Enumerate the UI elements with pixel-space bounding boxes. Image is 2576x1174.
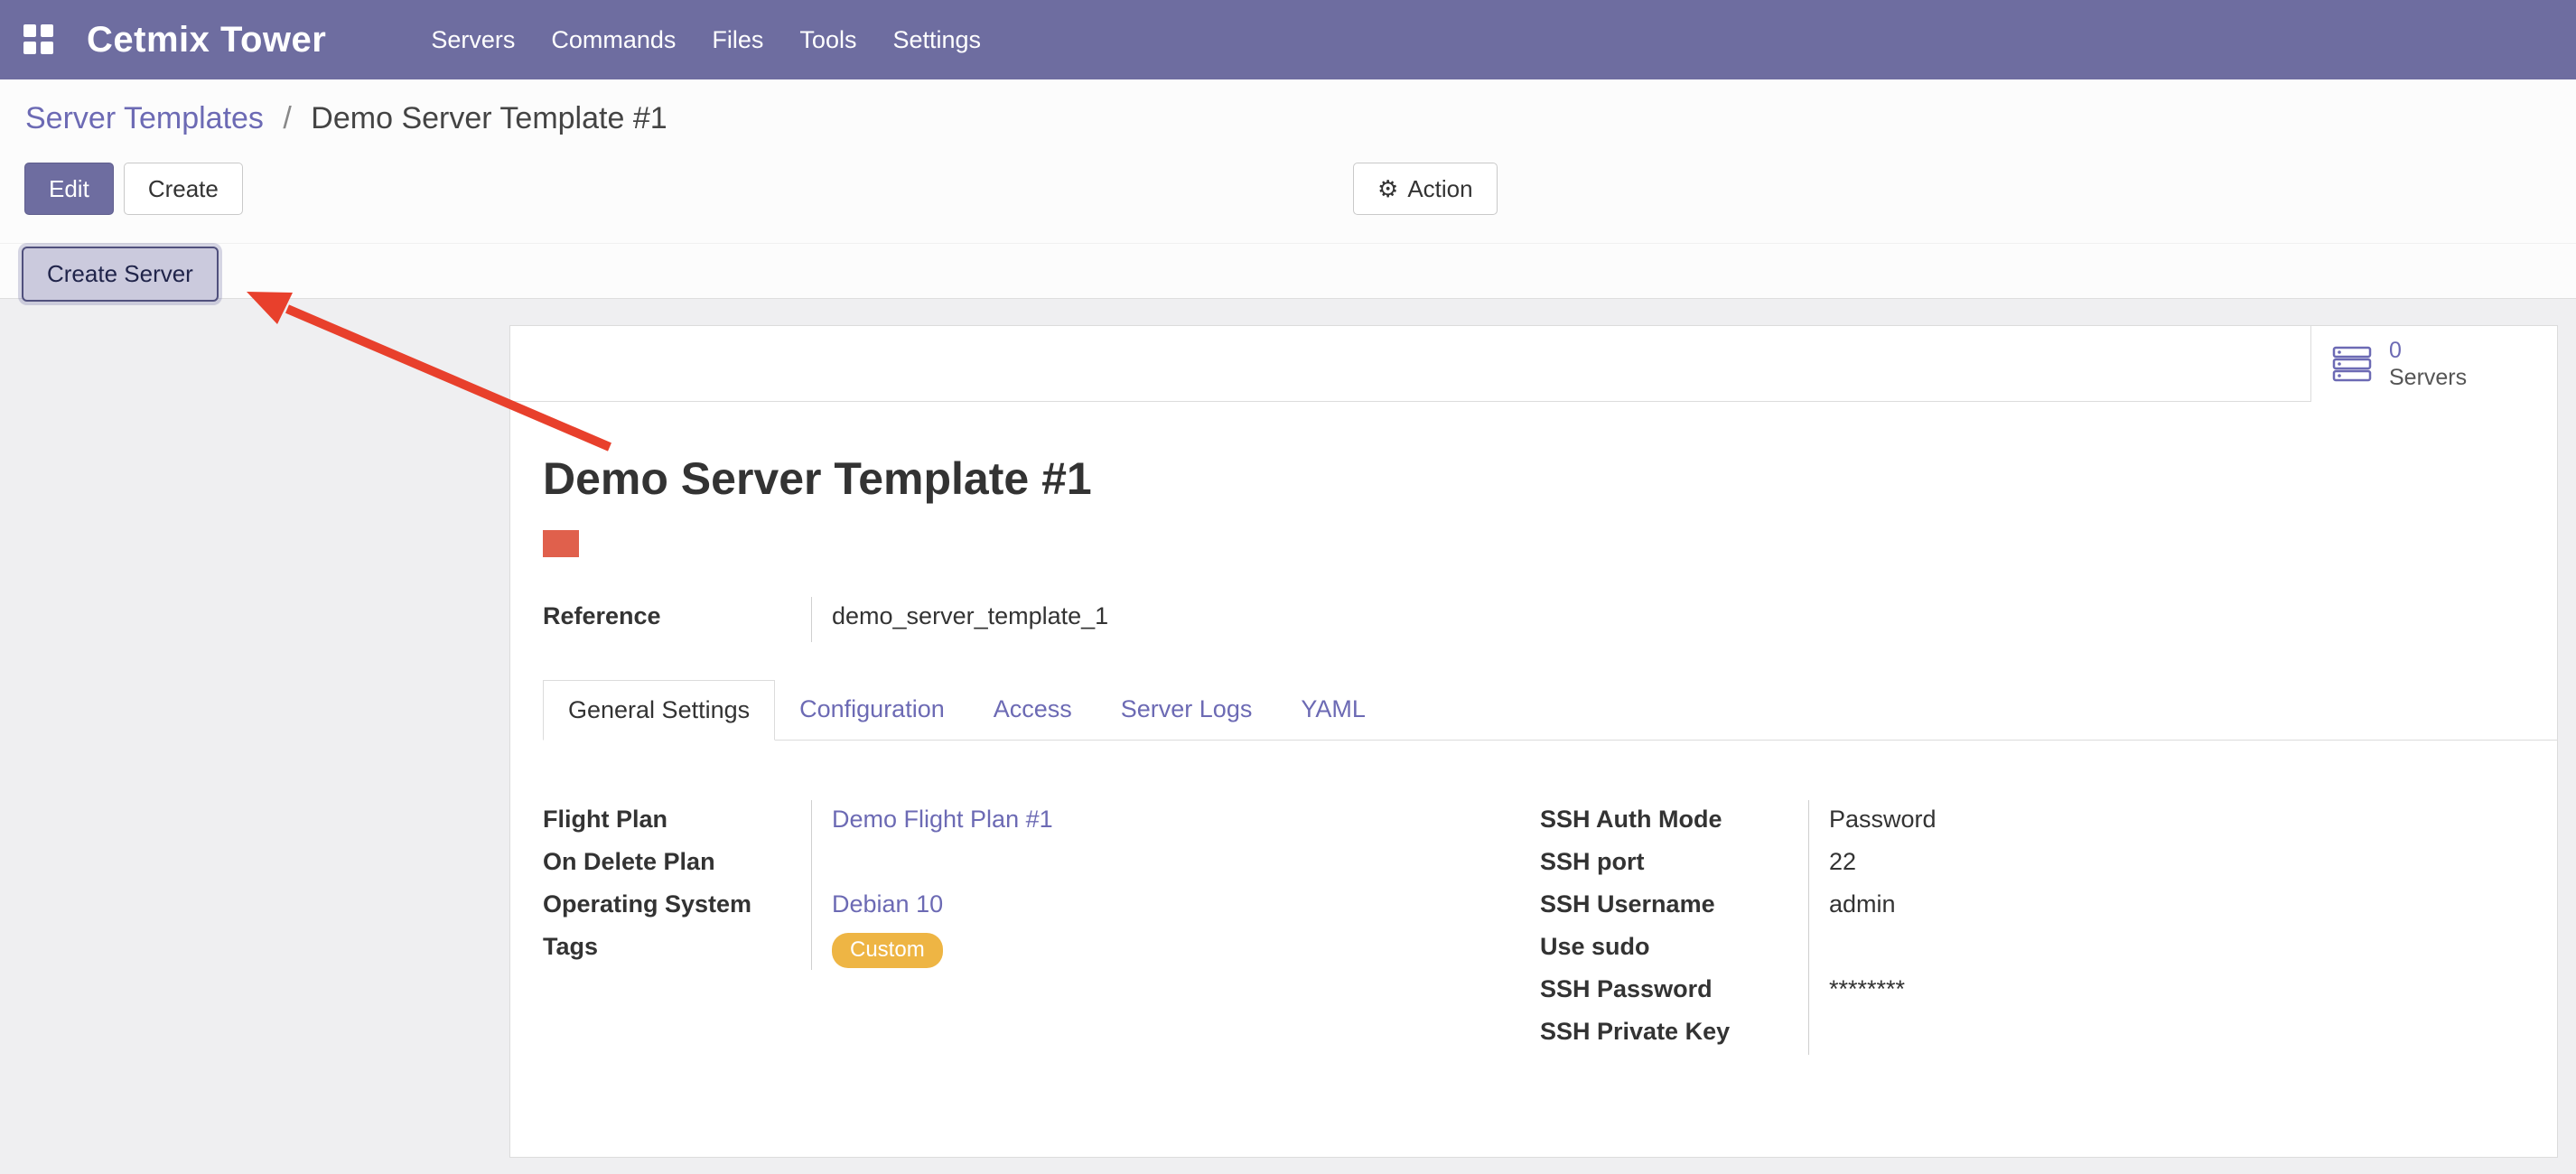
breadcrumb: Server Templates / Demo Server Template … — [25, 101, 667, 136]
gear-icon: ⚙ — [1377, 177, 1398, 200]
field-value-use-sudo — [1808, 927, 2263, 970]
control-panel: Server Templates / Demo Server Template … — [0, 79, 2576, 299]
field-value-tags: Custom — [811, 927, 1540, 970]
record-title: Demo Server Template #1 — [543, 452, 2557, 505]
field-value-ssh-auth-mode: Password — [1808, 800, 2263, 843]
field-label-ssh-password: SSH Password — [1540, 970, 1808, 1012]
field-value-ssh-port: 22 — [1808, 843, 2263, 885]
main-menu: Servers Commands Files Tools Settings — [413, 0, 999, 79]
breadcrumb-current: Demo Server Template #1 — [311, 101, 667, 135]
field-label-on-delete-plan: On Delete Plan — [543, 843, 811, 885]
field-value-ssh-username: admin — [1808, 885, 2263, 927]
stat-label: Servers — [2389, 364, 2467, 391]
nav-item-commands[interactable]: Commands — [533, 0, 694, 79]
field-label-ssh-auth-mode: SSH Auth Mode — [1540, 800, 1808, 843]
reference-group: Reference demo_server_template_1 — [543, 597, 1540, 642]
field-value-ssh-private-key — [1808, 1012, 2263, 1055]
field-value-ssh-password: ******** — [1808, 970, 2263, 1012]
stat-text: 0 Servers — [2389, 337, 2467, 391]
page: Cetmix Tower Servers Commands Files Tool… — [0, 0, 2576, 1174]
record-sheet: Demo Server Template #1 Reference demo_s… — [510, 452, 2557, 1055]
breadcrumb-parent-link[interactable]: Server Templates — [25, 101, 264, 135]
breadcrumb-separator: / — [283, 101, 291, 135]
tab-general-settings[interactable]: General Settings — [543, 680, 775, 741]
field-value-flight-plan: Demo Flight Plan #1 — [811, 800, 1540, 843]
field-label-ssh-username: SSH Username — [1540, 885, 1808, 927]
top-navbar: Cetmix Tower Servers Commands Files Tool… — [0, 0, 2576, 79]
servers-stat-button[interactable]: 0 Servers — [2310, 326, 2557, 402]
tab-configuration[interactable]: Configuration — [775, 680, 969, 741]
create-button[interactable]: Create — [124, 163, 243, 215]
notebook-tabs: General Settings Configuration Access Se… — [543, 680, 2557, 741]
tab-server-logs[interactable]: Server Logs — [1097, 680, 1277, 741]
action-menu-button[interactable]: ⚙ Action — [1353, 163, 1498, 215]
flight-plan-link[interactable]: Demo Flight Plan #1 — [832, 806, 1053, 833]
record-form-card: 0 Servers Demo Server Template #1 Refere… — [509, 325, 2558, 1158]
nav-item-settings[interactable]: Settings — [874, 0, 999, 79]
server-stack-icon — [2331, 343, 2373, 385]
nav-item-files[interactable]: Files — [694, 0, 781, 79]
operating-system-link[interactable]: Debian 10 — [832, 890, 943, 918]
action-menu-label: Action — [1407, 177, 1472, 200]
tab-yaml[interactable]: YAML — [1276, 680, 1390, 741]
tab-access[interactable]: Access — [969, 680, 1097, 741]
edit-button[interactable]: Edit — [24, 163, 114, 215]
color-swatch[interactable] — [543, 530, 579, 557]
reference-value: demo_server_template_1 — [811, 597, 1540, 642]
field-label-flight-plan: Flight Plan — [543, 800, 811, 843]
reference-label: Reference — [543, 597, 811, 642]
create-server-row: Create Server — [0, 243, 2576, 299]
field-label-ssh-private-key: SSH Private Key — [1540, 1012, 1808, 1055]
nav-item-servers[interactable]: Servers — [413, 0, 533, 79]
general-settings-groups: Flight Plan Demo Flight Plan #1 On Delet… — [543, 800, 2557, 1055]
stat-button-row: 0 Servers — [510, 326, 2557, 402]
group-left: Flight Plan Demo Flight Plan #1 On Delet… — [543, 800, 1540, 1055]
field-label-use-sudo: Use sudo — [1540, 927, 1808, 970]
stat-value: 0 — [2389, 337, 2467, 364]
field-value-operating-system: Debian 10 — [811, 885, 1540, 927]
field-label-tags: Tags — [543, 927, 811, 970]
brand-title[interactable]: Cetmix Tower — [87, 20, 326, 61]
group-right: SSH Auth Mode Password SSH port 22 SSH U… — [1540, 800, 2263, 1055]
record-buttons: Edit Create — [24, 163, 243, 215]
field-label-ssh-port: SSH port — [1540, 843, 1808, 885]
apps-grid-icon[interactable] — [23, 24, 54, 55]
tag-custom[interactable]: Custom — [832, 933, 943, 968]
field-label-operating-system: Operating System — [543, 885, 811, 927]
create-server-button[interactable]: Create Server — [22, 247, 219, 302]
field-value-on-delete-plan — [811, 843, 1540, 885]
nav-item-tools[interactable]: Tools — [781, 0, 874, 79]
